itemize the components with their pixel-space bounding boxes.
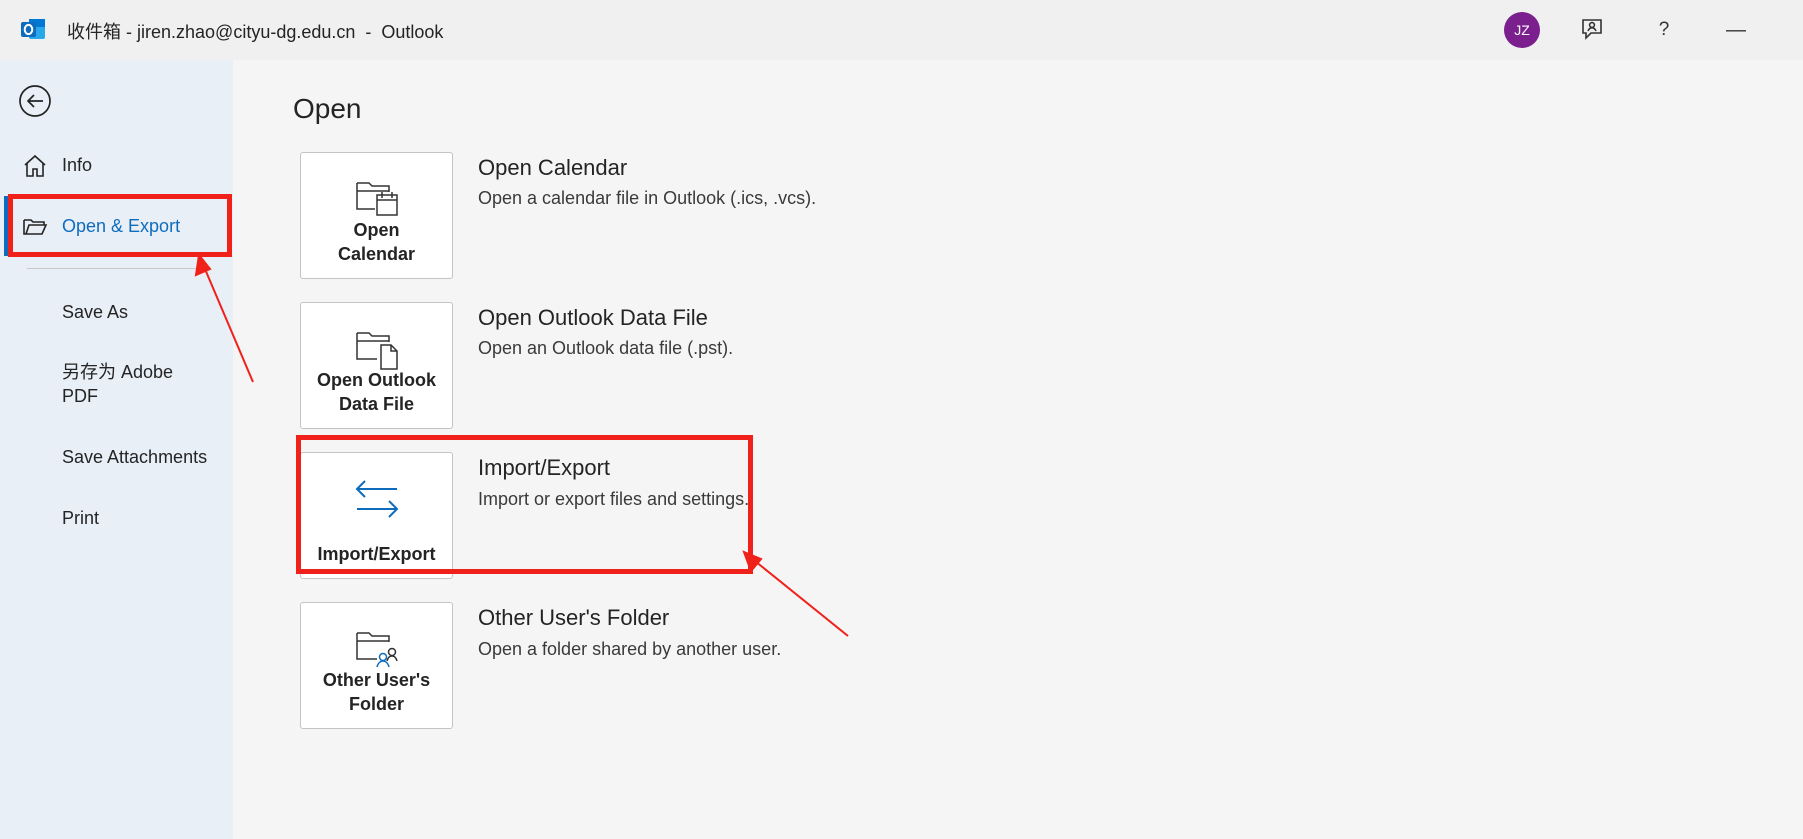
- tile-label: Other User's Folder: [322, 670, 431, 714]
- account-avatar[interactable]: JZ: [1504, 12, 1540, 48]
- annotation-highlight-open-export: [8, 194, 232, 257]
- back-arrow-icon[interactable]: [18, 84, 52, 118]
- outlook-logo-icon: [21, 19, 45, 39]
- sidebar-item-save-as[interactable]: Save As: [62, 300, 128, 324]
- option-description: Open a folder shared by another user.: [478, 639, 782, 659]
- sidebar-item-print[interactable]: Print: [62, 506, 99, 530]
- other-users-folder-button[interactable]: Other User's Folder: [300, 602, 453, 729]
- option-title: Open Outlook Data File: [478, 305, 708, 330]
- sidebar-item-label: Info: [62, 154, 93, 175]
- open-data-file-button[interactable]: Open Outlook Data File: [300, 302, 453, 429]
- option-title: Open Calendar: [478, 155, 628, 180]
- tile-label: Open Calendar: [337, 220, 416, 264]
- feedback-button[interactable]: [1572, 12, 1612, 48]
- sidebar-item-save-adobe-pdf[interactable]: 另存为 Adobe PDF: [62, 360, 212, 408]
- shared-folder-icon: [356, 632, 398, 668]
- help-button[interactable]: ?: [1644, 12, 1684, 48]
- feedback-icon: [1582, 19, 1602, 40]
- option-description: Open an Outlook data file (.pst).: [478, 338, 734, 358]
- minimize-button[interactable]: —: [1716, 12, 1756, 48]
- sidebar-item-save-attachments[interactable]: Save Attachments: [62, 445, 207, 469]
- option-description: Open a calendar file in Outlook (.ics, .…: [478, 188, 817, 208]
- tile-label: Open Outlook Data File: [317, 370, 436, 414]
- option-title: Other User's Folder: [478, 605, 670, 630]
- home-icon: [24, 154, 46, 177]
- calendar-folder-icon: [356, 182, 398, 216]
- sidebar-item-info[interactable]: Info: [0, 145, 233, 185]
- data-file-folder-icon: [356, 332, 398, 370]
- annotation-highlight-import-export: [296, 435, 753, 574]
- window-title: 收件箱 - jiren.zhao@cityu-dg.edu.cn - Outlo…: [67, 22, 444, 42]
- sidebar-divider: [27, 268, 205, 269]
- page-title: Open: [293, 93, 362, 124]
- open-calendar-button[interactable]: Open Calendar: [300, 152, 453, 279]
- title-bar: 收件箱 - jiren.zhao@cityu-dg.edu.cn - Outlo…: [0, 0, 1803, 60]
